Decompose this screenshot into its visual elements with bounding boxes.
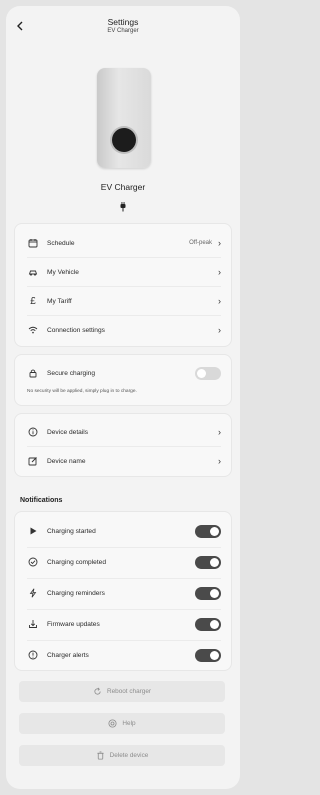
chevron-right-icon: ›: [218, 456, 221, 466]
notification-row: Charging reminders: [15, 579, 231, 607]
delete-device-label: Delete device: [109, 752, 149, 759]
wifi-icon: [27, 324, 39, 336]
secure-charging-row: Secure charging: [15, 359, 231, 387]
secure-charging-card: Secure charging No security will be appl…: [14, 354, 232, 406]
notification-label: Charger alerts: [47, 651, 89, 659]
header: Settings EV Charger: [6, 6, 240, 46]
play-icon: [27, 525, 39, 537]
menu-item-label: Device name: [47, 457, 86, 465]
chevron-right-icon: ›: [218, 296, 221, 306]
page-subtitle: EV Charger: [107, 28, 139, 34]
menu-item-connection-settings[interactable]: Connection settings ›: [15, 316, 231, 344]
notification-label: Charging started: [47, 527, 96, 535]
menu-item-label: My Vehicle: [47, 268, 79, 276]
lock-icon: [27, 367, 39, 379]
charger-port: [112, 128, 136, 152]
menu-item-my-vehicle[interactable]: My Vehicle ›: [15, 258, 231, 286]
check-circle-icon: [27, 556, 39, 568]
reboot-charger-label: Reboot charger: [106, 688, 152, 695]
page-title: Settings: [107, 17, 139, 27]
notification-row: Charging completed: [15, 548, 231, 576]
notifications-card: Charging started Charging completed Char…: [14, 511, 232, 671]
device-name: EV Charger: [100, 182, 146, 192]
charger-image: [97, 68, 151, 168]
schedule-value: Off-peak: [189, 240, 212, 246]
notification-row: Charger alerts: [15, 641, 231, 669]
download-icon: [27, 618, 39, 630]
delete-device-button[interactable]: Delete device: [19, 745, 225, 766]
device-card: Device details › Device name ›: [14, 413, 232, 477]
help-button[interactable]: Help: [19, 713, 225, 734]
menu-item-device-name[interactable]: Device name ›: [15, 447, 231, 475]
secure-charging-note: No security will be applied, simply plug…: [27, 389, 137, 394]
settings-menu-card: Schedule Off-peak › My Vehicle › £ My Ta…: [14, 223, 232, 347]
secure-charging-label: Secure charging: [47, 369, 96, 377]
trash-icon: [96, 751, 105, 760]
notifications-heading: Notifications: [20, 497, 63, 504]
reboot-charger-button[interactable]: Reboot charger: [19, 681, 225, 702]
info-icon: [27, 426, 39, 438]
calendar-icon: [27, 237, 39, 249]
plug-icon: [117, 200, 129, 212]
notification-toggle-charger-alerts[interactable]: [195, 648, 221, 662]
menu-item-label: Connection settings: [47, 326, 105, 334]
menu-item-my-tariff[interactable]: £ My Tariff ›: [15, 287, 231, 315]
secure-charging-toggle[interactable]: [195, 366, 221, 380]
refresh-icon: [93, 687, 102, 696]
notification-toggle-firmware-updates[interactable]: [195, 617, 221, 631]
notification-row: Firmware updates: [15, 610, 231, 638]
menu-item-label: My Tariff: [47, 297, 72, 305]
notification-label: Charging completed: [47, 558, 107, 566]
menu-item-schedule[interactable]: Schedule Off-peak ›: [15, 229, 231, 257]
chevron-right-icon: ›: [218, 267, 221, 277]
chevron-right-icon: ›: [218, 427, 221, 437]
menu-item-label: Schedule: [47, 239, 75, 247]
notification-label: Charging reminders: [47, 589, 105, 597]
menu-item-label: Device details: [47, 428, 89, 436]
car-icon: [27, 266, 39, 278]
notification-toggle-charging-reminders[interactable]: [195, 586, 221, 600]
notification-label: Firmware updates: [47, 620, 100, 628]
menu-item-device-details[interactable]: Device details ›: [15, 418, 231, 446]
notification-toggle-charging-completed[interactable]: [195, 555, 221, 569]
pound-icon: £: [30, 295, 36, 307]
chevron-right-icon: ›: [218, 325, 221, 335]
help-icon: [108, 719, 117, 728]
chevron-right-icon: ›: [218, 238, 221, 248]
notification-toggle-charging-started[interactable]: [195, 524, 221, 538]
help-label: Help: [122, 720, 136, 727]
bolt-icon: [27, 587, 39, 599]
settings-screen: Settings EV Charger EV Charger Schedule …: [6, 6, 240, 789]
notification-row: Charging started: [15, 517, 231, 545]
alert-circle-icon: [27, 649, 39, 661]
edit-icon: [27, 455, 39, 467]
